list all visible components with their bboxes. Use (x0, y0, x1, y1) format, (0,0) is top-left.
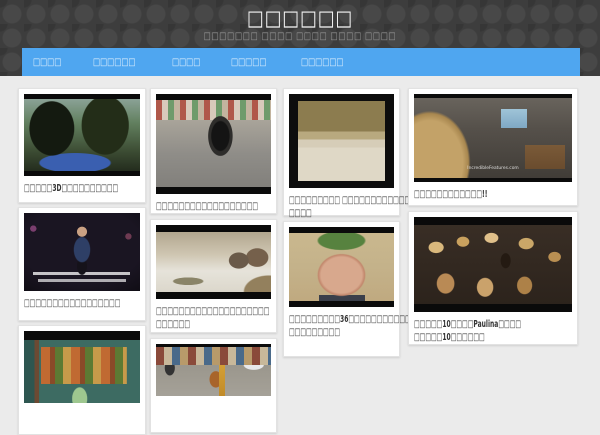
video-card-comedian[interactable]: □□□□□□□□□□□□□□□□□ (18, 207, 146, 321)
caption-line: □□□□□10□□□□Paulina□□□□ (414, 319, 522, 330)
video-caption: □□□□□□□□□□□□□□□□□ (24, 297, 140, 310)
video-thumbnail-wildebeest-cliff[interactable] (156, 225, 271, 299)
video-caption: □□□□□□□□□□□□□□□□□□□□ □□□□□□ (156, 305, 271, 331)
video-caption: □□□□□□□□□ □□□□□□□□□□□□ □□□□ (289, 194, 411, 220)
site-subtitle: □□□□□□□ □□□□ □□□□ □□□□ □□□□ (203, 31, 397, 42)
nav-item-5[interactable]: □□□□□□ (290, 48, 369, 76)
video-card-girl-watching-tv[interactable]: IncredibleFeatures.com □□□□□□□□□□□□!! (408, 88, 578, 206)
video-caption: □□□□□□□□□36□□□□□□□□□□□□ □□□□□□□□□ (289, 313, 417, 339)
video-thumbnail-motorcycle-stunt[interactable] (156, 94, 271, 194)
nav-item-label: □□□□ (33, 56, 62, 68)
video-caption: □□□□□□□□□□□□!! (414, 188, 572, 201)
video-card-girl-drummer[interactable]: □□□□□10□□□□Paulina□□□□ □□□□□10□□□□□□ (408, 211, 578, 345)
caption-line: □□□□□□ (156, 319, 191, 330)
video-thumbnail-girl-drummer[interactable] (414, 217, 572, 312)
video-thumbnail-girl-watching-tv[interactable]: IncredibleFeatures.com (414, 94, 572, 182)
video-thumbnail-cat-on-stairs[interactable] (289, 94, 394, 188)
video-card-wildebeest[interactable]: □□□□□□□□□□□□□□□□□□□□ □□□□□□ (150, 219, 277, 333)
thumbnail-watermark: IncredibleFeatures.com (467, 165, 519, 170)
video-card-king-kong-3d[interactable]: □□□□□3D□□□□□□□□□□ (18, 88, 146, 203)
video-thumbnail-comedian-stage[interactable] (24, 213, 140, 291)
caption-line: □□□□□□□□□ □□□□□□□□□□□□ (289, 195, 411, 206)
video-card-motorcycle-stunt[interactable]: □□□□□□□□□□□□□□□□□□ (150, 88, 277, 214)
caption-line: □□□□□□□□□□□□!! (414, 189, 488, 200)
video-card-street-dog[interactable] (150, 338, 277, 433)
nav-item-1[interactable]: □□□□ (22, 48, 82, 76)
video-caption: □□□□□3D□□□□□□□□□□ (24, 182, 140, 195)
video-thumbnail-gallery-painting[interactable] (24, 331, 140, 403)
video-thumbnail-king-kong-ride[interactable] (24, 94, 140, 176)
caption-line: □□□□□□□□□□□□□□□□□ (24, 298, 121, 309)
video-caption: □□□□□□□□□□□□□□□□□□ (156, 200, 271, 213)
caption-line: □□□□□□□□□□□□□□□□□□□□ (156, 306, 270, 317)
nav-item-3[interactable]: □□□□ (161, 48, 221, 76)
nav-item-2[interactable]: □□□□□□ (82, 48, 161, 76)
caption-line: □□□□□10□□□□□□ (414, 332, 485, 343)
nav-item-4[interactable]: □□□□□ (220, 48, 289, 76)
video-caption: □□□□□10□□□□Paulina□□□□ □□□□□10□□□□□□ (414, 318, 572, 344)
video-thumbnail-pregnant-belly[interactable] (289, 227, 394, 307)
site-title[interactable]: □□□□□□ (45, 6, 555, 30)
nav-item-label: □□□□□□ (300, 56, 344, 68)
nav-item-label: □□□□□□ (92, 56, 136, 68)
nav-item-label: □□□□□ (231, 56, 267, 68)
caption-line: □□□□□3D□□□□□□□□□□ (24, 183, 119, 194)
caption-line: □□□□□□□□□ (289, 327, 341, 338)
nav-item-label: □□□□ (171, 56, 200, 68)
caption-line: □□□□□□□□□36□□□□□□□□□□□□ (289, 314, 417, 325)
caption-line: □□□□ (289, 208, 312, 219)
video-card-pregnant-belly[interactable]: □□□□□□□□□36□□□□□□□□□□□□ □□□□□□□□□ (283, 221, 417, 357)
video-thumbnail-street-dog[interactable] (156, 344, 271, 396)
main-nav: □□□□ □□□□□□ □□□□ □□□□□ □□□□□□ (22, 48, 580, 76)
video-card-gallery-painting[interactable] (18, 325, 146, 435)
caption-line: □□□□□□□□□□□□□□□□□□ (156, 201, 259, 212)
video-card-cat-stairs[interactable]: □□□□□□□□□ □□□□□□□□□□□□ □□□□ (283, 88, 410, 219)
